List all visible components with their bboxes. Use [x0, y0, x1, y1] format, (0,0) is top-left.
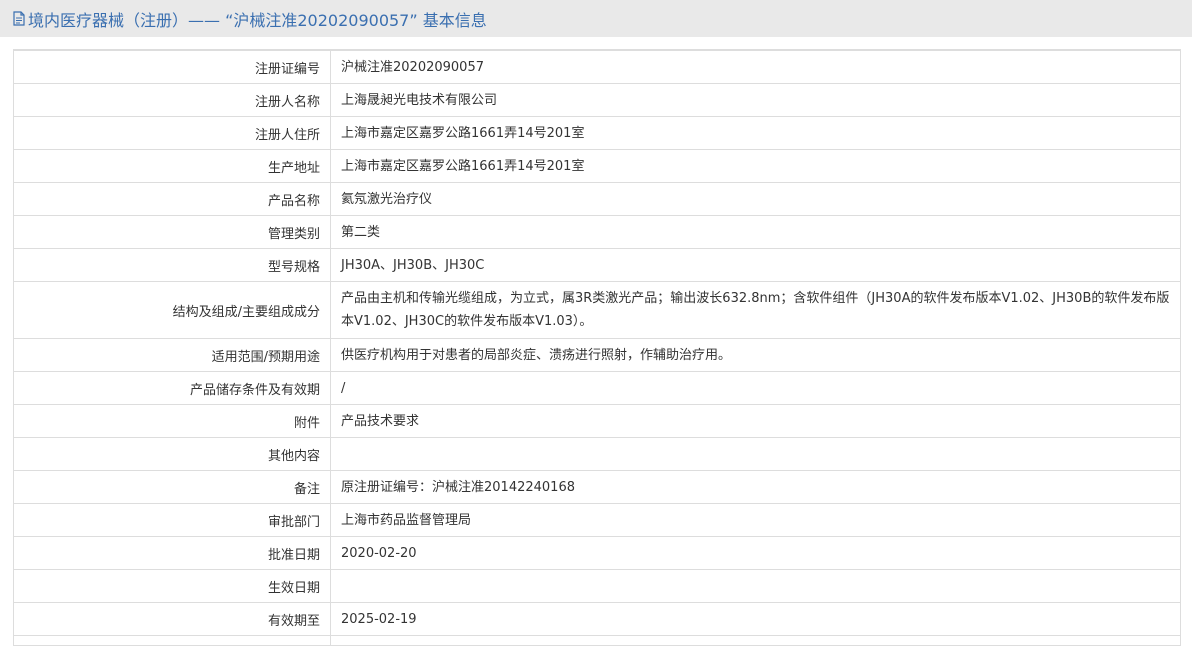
row-value: 上海晟昶光电技术有限公司: [330, 83, 1181, 117]
row-value: 供医疗机构用于对患者的局部炎症、溃疡进行照射，作辅助治疗用。: [330, 338, 1181, 372]
row-value: 原注册证编号：沪械注准20142240168: [330, 470, 1181, 504]
row-value: 产品由主机和传输光缆组成，为立式，属3R类激光产品；输出波长632.8nm；含软…: [330, 281, 1181, 339]
document-icon: [13, 11, 25, 26]
page-header: 境内医疗器械（注册）—— “沪械注准20202090057” 基本信息: [0, 0, 1192, 37]
page-title: 境内医疗器械（注册）—— “沪械注准20202090057” 基本信息: [28, 10, 487, 30]
row-label: [13, 635, 331, 646]
table-row: 批准日期 2020-02-20: [13, 536, 1181, 570]
table-row: 生效日期: [13, 569, 1181, 603]
row-label: 注册证编号: [13, 50, 331, 84]
row-value: 上海市嘉定区嘉罗公路1661弄14号201室: [330, 149, 1181, 183]
table-row: 注册人住所 上海市嘉定区嘉罗公路1661弄14号201室: [13, 116, 1181, 150]
info-table: 注册证编号 沪械注准20202090057 注册人名称 上海晟昶光电技术有限公司…: [13, 50, 1181, 646]
row-value: 氦氖激光治疗仪: [330, 182, 1181, 216]
row-value: 2020-02-20: [330, 536, 1181, 570]
table-row: 其他内容: [13, 437, 1181, 471]
row-value: 上海市嘉定区嘉罗公路1661弄14号201室: [330, 116, 1181, 150]
info-table-container: 注册证编号 沪械注准20202090057 注册人名称 上海晟昶光电技术有限公司…: [13, 49, 1181, 646]
row-label: 批准日期: [13, 536, 331, 570]
row-value: 上海市药品监督管理局: [330, 503, 1181, 537]
row-value: /: [330, 371, 1181, 405]
row-label: 其他内容: [13, 437, 331, 471]
row-label: 注册人名称: [13, 83, 331, 117]
row-label: 管理类别: [13, 215, 331, 249]
table-row: 注册人名称 上海晟昶光电技术有限公司: [13, 83, 1181, 117]
table-row: 结构及组成/主要组成成分 产品由主机和传输光缆组成，为立式，属3R类激光产品；输…: [13, 281, 1181, 339]
table-row-partial: [13, 635, 1181, 646]
table-row: 注册证编号 沪械注准20202090057: [13, 50, 1181, 84]
table-row: 有效期至 2025-02-19: [13, 602, 1181, 636]
row-value: 第二类: [330, 215, 1181, 249]
row-label: 生效日期: [13, 569, 331, 603]
row-value: [330, 635, 1181, 646]
table-row: 备注 原注册证编号：沪械注准20142240168: [13, 470, 1181, 504]
table-row: 产品名称 氦氖激光治疗仪: [13, 182, 1181, 216]
table-row: 管理类别 第二类: [13, 215, 1181, 249]
row-value: 2025-02-19: [330, 602, 1181, 636]
row-label: 备注: [13, 470, 331, 504]
row-value: JH30A、JH30B、JH30C: [330, 248, 1181, 282]
row-label: 生产地址: [13, 149, 331, 183]
row-label: 适用范围/预期用途: [13, 338, 331, 372]
row-label: 有效期至: [13, 602, 331, 636]
table-row: 附件 产品技术要求: [13, 404, 1181, 438]
row-value: 产品技术要求: [330, 404, 1181, 438]
row-label: 型号规格: [13, 248, 331, 282]
table-row: 生产地址 上海市嘉定区嘉罗公路1661弄14号201室: [13, 149, 1181, 183]
row-label: 审批部门: [13, 503, 331, 537]
table-row: 适用范围/预期用途 供医疗机构用于对患者的局部炎症、溃疡进行照射，作辅助治疗用。: [13, 338, 1181, 372]
table-row: 产品储存条件及有效期 /: [13, 371, 1181, 405]
row-value: [330, 437, 1181, 471]
table-row: 型号规格 JH30A、JH30B、JH30C: [13, 248, 1181, 282]
row-label: 产品储存条件及有效期: [13, 371, 331, 405]
row-label: 附件: [13, 404, 331, 438]
row-value: 沪械注准20202090057: [330, 50, 1181, 84]
table-row: 审批部门 上海市药品监督管理局: [13, 503, 1181, 537]
row-label: 结构及组成/主要组成成分: [13, 281, 331, 339]
row-label: 产品名称: [13, 182, 331, 216]
row-value: [330, 569, 1181, 603]
row-label: 注册人住所: [13, 116, 331, 150]
